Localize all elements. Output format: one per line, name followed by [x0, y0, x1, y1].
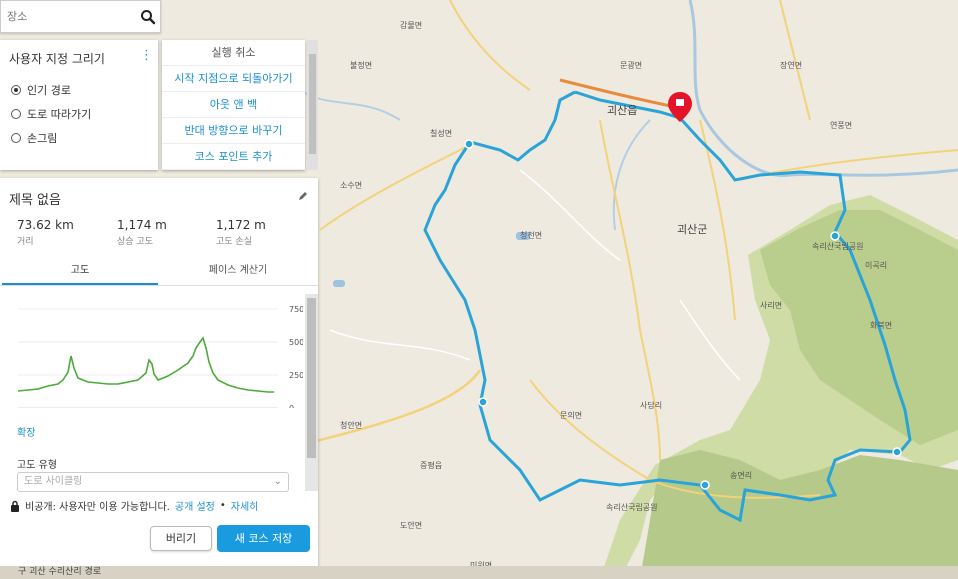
- map-label: 속리산국립공원: [606, 503, 658, 512]
- bottom-strip: 구 괴산 수리산리 경로: [0, 566, 958, 579]
- map-label: 괴산군: [677, 223, 708, 236]
- route-waypoint[interactable]: [830, 231, 840, 241]
- scroll-thumb[interactable]: [309, 54, 316, 154]
- axis-tick: 0: [289, 404, 294, 408]
- edit-pencil-icon[interactable]: [297, 190, 309, 202]
- map-label: 장연면: [780, 61, 803, 70]
- discard-button[interactable]: 버리기: [150, 526, 212, 551]
- menu-item-return-to-start[interactable]: 시작 지점으로 되돌아가기: [162, 66, 305, 92]
- search-input[interactable]: [1, 1, 131, 32]
- tab-elevation[interactable]: 고도: [2, 260, 158, 286]
- radio-label: 도로 따라가기: [27, 108, 92, 121]
- tab-pace-calculator[interactable]: 페이스 계산기: [160, 260, 316, 286]
- elevation-type-select[interactable]: 도로 사이클링 ⌄: [17, 472, 289, 492]
- map-label: 송면리: [730, 471, 753, 480]
- more-info-link[interactable]: 자세히: [231, 498, 259, 513]
- menu-item-out-and-back[interactable]: 아웃 앤 백: [162, 92, 305, 118]
- map-label: 청안면: [340, 421, 363, 430]
- stat-label: 고도 손실: [216, 237, 252, 247]
- map-label: 문광면: [620, 61, 643, 70]
- axis-tick: 250: [289, 371, 303, 380]
- stat-value: 1,172 m: [216, 218, 266, 232]
- route-waypoint[interactable]: [892, 447, 902, 457]
- radio-label: 손그림: [27, 132, 58, 145]
- elevation-type-label: 고도 유형: [17, 460, 57, 471]
- more-options-icon[interactable]: ⋮: [140, 48, 153, 64]
- map-label: 감물면: [400, 21, 423, 30]
- elevation-line: [17, 336, 274, 393]
- map-label: 소수면: [340, 181, 363, 190]
- tab-divider: [0, 285, 318, 286]
- panel-scrollbar[interactable]: [305, 294, 318, 491]
- radio-selected-icon[interactable]: [11, 85, 21, 95]
- map-label: 문의면: [560, 411, 583, 420]
- map-label: 도안면: [400, 521, 423, 530]
- radio-label: 인기 경로: [27, 84, 71, 97]
- map-label: 칠성면: [430, 129, 453, 138]
- stat-ascent: 1,174 m 상승 고도: [117, 218, 167, 247]
- edit-menu: 실행 취소 시작 지점으로 되돌아가기 아웃 앤 백 반대 방향으로 바꾸기 코…: [162, 40, 305, 170]
- map-label: 사담리: [640, 401, 663, 410]
- privacy-settings-link[interactable]: 공개 설정: [175, 498, 215, 513]
- scroll-thumb[interactable]: [307, 298, 316, 458]
- map-label: 증평읍: [420, 461, 443, 470]
- expand-link[interactable]: 확장: [17, 424, 35, 439]
- map-label: 청천면: [520, 231, 543, 240]
- stat-label: 거리: [17, 237, 34, 247]
- stat-value: 73.62 km: [17, 218, 74, 232]
- chevron-down-icon: ⌄: [273, 476, 282, 487]
- menu-item-reverse[interactable]: 반대 방향으로 바꾸기: [162, 118, 305, 144]
- privacy-text: 비공개: 사용자만 이용 가능합니다.: [25, 502, 170, 513]
- radio-freehand[interactable]: 손그림: [11, 130, 57, 146]
- draw-mode-title: 사용자 지정 그리기: [9, 52, 105, 66]
- route-waypoint[interactable]: [478, 397, 488, 407]
- draw-mode-panel: 사용자 지정 그리기 ⋮ 인기 경로 도로 따라가기 손그림: [0, 40, 158, 170]
- radio-unselected-icon[interactable]: [11, 109, 21, 119]
- menu-item-add-course-point[interactable]: 코스 포인트 추가: [162, 144, 305, 170]
- stat-distance: 73.62 km 거리: [17, 218, 74, 247]
- map-label: 화북면: [870, 321, 893, 330]
- route-waypoint[interactable]: [464, 139, 474, 149]
- map-label: 괴산읍: [607, 104, 638, 117]
- radio-unselected-icon[interactable]: [11, 133, 21, 143]
- map-label: 속리산국립공원: [812, 242, 864, 251]
- course-title[interactable]: 제목 없음: [9, 189, 61, 208]
- stat-descent: 1,172 m 고도 손실: [216, 218, 266, 247]
- privacy-row: 비공개: 사용자만 이용 가능합니다. 공개 설정 • 자세히: [10, 498, 258, 513]
- map-label: 불정면: [350, 61, 373, 70]
- select-value: 도로 사이클링: [24, 476, 83, 487]
- course-panel: 제목 없음 73.62 km 거리 1,174 m 상승 고도 1,172 m …: [0, 178, 318, 579]
- axis-tick: 500: [289, 338, 303, 347]
- search-box: [0, 0, 161, 33]
- search-icon[interactable]: [140, 9, 156, 25]
- map-label: 이곡리: [865, 261, 888, 270]
- menu-scrollbar[interactable]: [307, 40, 318, 170]
- map-label: 사리면: [760, 301, 783, 310]
- save-course-button[interactable]: 새 코스 저장: [217, 525, 310, 552]
- elevation-chart: 750 500 250 0: [17, 305, 303, 408]
- menu-item-undo[interactable]: 실행 취소: [162, 40, 305, 66]
- bullet-separator: •: [219, 500, 226, 511]
- axis-tick: 750: [289, 305, 303, 314]
- stat-label: 상승 고도: [117, 237, 153, 247]
- lock-icon: [11, 500, 19, 512]
- stat-value: 1,174 m: [117, 218, 167, 232]
- radio-follow-road[interactable]: 도로 따라가기: [11, 106, 91, 122]
- route-waypoint[interactable]: [700, 480, 710, 490]
- map-label: 연풍면: [830, 121, 853, 130]
- radio-popular-route[interactable]: 인기 경로: [11, 82, 71, 98]
